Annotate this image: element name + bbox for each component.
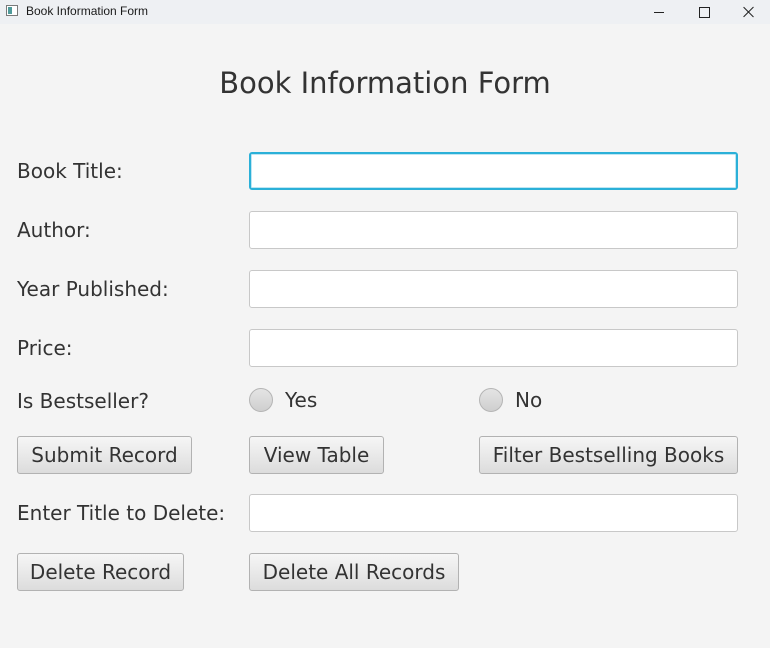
submit-record-button[interactable]: Submit Record — [17, 436, 192, 474]
delete-all-records-button[interactable]: Delete All Records — [249, 553, 459, 591]
title-bar: Book Information Form — [0, 0, 770, 24]
price-label: Price: — [17, 336, 73, 360]
book-title-input[interactable] — [249, 152, 738, 190]
minimize-button[interactable] — [636, 0, 682, 24]
author-input[interactable] — [249, 211, 738, 249]
delete-title-input[interactable] — [249, 494, 738, 532]
bestseller-no-radio[interactable]: No — [479, 388, 542, 412]
radio-no-circle[interactable] — [479, 388, 503, 412]
form-heading: Book Information Form — [219, 66, 551, 100]
view-table-button[interactable]: View Table — [249, 436, 384, 474]
close-icon — [743, 6, 755, 18]
radio-yes-label: Yes — [285, 388, 318, 412]
app-icon — [6, 5, 18, 16]
minimize-icon — [654, 11, 664, 13]
bestseller-yes-radio[interactable]: Yes — [249, 388, 317, 412]
year-published-label: Year Published: — [17, 277, 169, 301]
radio-yes-circle[interactable] — [249, 388, 273, 412]
delete-record-button[interactable]: Delete Record — [17, 553, 184, 591]
maximize-icon — [698, 6, 710, 18]
close-button[interactable] — [726, 0, 770, 24]
book-title-label: Book Title: — [17, 159, 123, 183]
author-label: Author: — [17, 218, 91, 242]
delete-title-label: Enter Title to Delete: — [17, 501, 226, 525]
radio-no-label: No — [515, 388, 543, 412]
filter-bestselling-button[interactable]: Filter Bestselling Books — [479, 436, 738, 474]
price-input[interactable] — [249, 329, 738, 367]
year-published-input[interactable] — [249, 270, 738, 308]
bestseller-label: Is Bestseller? — [17, 389, 149, 413]
window-title: Book Information Form — [26, 4, 149, 18]
maximize-button[interactable] — [681, 0, 727, 24]
